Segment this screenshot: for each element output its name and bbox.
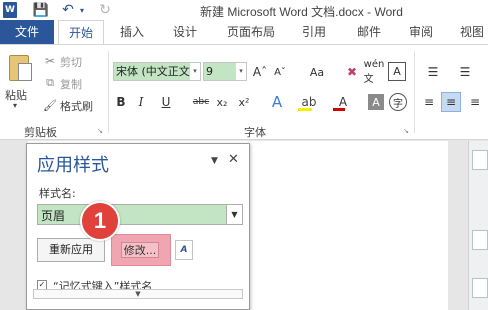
window-title: 新建 Microsoft Word 文档.docx - Word: [200, 5, 403, 19]
style-name-label: 样式名:: [39, 187, 76, 200]
align-left-button[interactable]: ≡: [420, 93, 438, 111]
underline-button[interactable]: U: [156, 93, 176, 111]
superscript-button[interactable]: x²: [236, 93, 252, 111]
modify-button[interactable]: 修改...: [121, 242, 159, 258]
font-size-dropdown[interactable]: 9 ▾: [203, 62, 247, 81]
scissors-icon[interactable]: ✂: [43, 54, 57, 68]
font-group-label: 字体: [244, 126, 266, 139]
subscript-button[interactable]: x₂: [214, 93, 230, 111]
group-divider: [108, 51, 109, 133]
style-name-value[interactable]: 页眉: [41, 207, 65, 224]
italic-button[interactable]: I: [134, 93, 148, 111]
font-name-dropdown[interactable]: 宋体 (中文正文 ▾: [113, 62, 201, 81]
copy-button-label[interactable]: 复制: [60, 76, 82, 92]
reapply-button[interactable]: 重新应用: [37, 238, 105, 262]
copy-icon[interactable]: ⧉: [43, 76, 57, 90]
font-color-swatch: [333, 108, 345, 111]
align-right-button[interactable]: ≡: [466, 93, 484, 111]
cut-button-label[interactable]: 剪切: [60, 54, 82, 70]
format-painter-label[interactable]: 格式刷: [60, 98, 93, 114]
redo-icon[interactable]: ↻: [97, 2, 113, 18]
chevron-down-icon[interactable]: ▼: [226, 205, 242, 224]
text-effects-button[interactable]: A: [264, 93, 290, 111]
numbering-button[interactable]: ☰: [452, 63, 478, 81]
bullets-button[interactable]: ☰: [420, 63, 446, 81]
grow-font-button[interactable]: Aˆ: [252, 63, 268, 81]
shrink-font-button[interactable]: Aˇ: [272, 63, 288, 81]
phonetic-guide-button[interactable]: wén文: [364, 59, 385, 85]
chevron-down-icon[interactable]: ▾: [236, 63, 246, 80]
align-center-button[interactable]: ≡: [441, 92, 461, 112]
word-logo-icon: W: [3, 2, 17, 18]
chevron-down-icon[interactable]: ▾: [190, 63, 200, 80]
tab-view[interactable]: 视图: [452, 20, 488, 44]
style-name-combobox[interactable]: 页眉 ▼: [37, 204, 243, 225]
apply-styles-pane: 应用样式 ▼ ✕ 样式名: 页眉 ▼ 重新应用 修改... A ✓ “记忆式键入…: [26, 143, 250, 310]
highlight-color-swatch: [298, 108, 312, 111]
side-thumbnail[interactable]: [472, 278, 488, 298]
format-painter-icon[interactable]: 🖌: [43, 98, 57, 112]
modify-button-highlight[interactable]: 修改...: [111, 234, 171, 266]
change-case-button[interactable]: Aa: [302, 63, 332, 81]
tab-review[interactable]: 审阅: [401, 20, 441, 44]
step-number-badge: 1: [80, 201, 120, 241]
undo-icon[interactable]: ↶: [60, 2, 76, 18]
dialog-launcher-icon[interactable]: ↘: [402, 127, 410, 135]
side-thumbnail[interactable]: [472, 230, 488, 250]
tab-references[interactable]: 引用: [292, 20, 336, 44]
tab-insert[interactable]: 插入: [112, 20, 152, 44]
group-divider: [414, 51, 415, 133]
close-icon[interactable]: ✕: [228, 152, 239, 167]
tab-mailings[interactable]: 邮件: [347, 20, 391, 44]
save-icon[interactable]: 💾: [33, 2, 49, 18]
title-bar: W 💾 ↶ ▾ ↻ 新建 Microsoft Word 文档.docx - Wo…: [0, 0, 488, 20]
paste-dropdown-icon[interactable]: ▾: [13, 101, 17, 110]
ribbon: 粘贴 ▾ ✂ 剪切 ⧉ 复制 🖌 格式刷 剪贴板 ↘ 宋体 (中文正文 ▾ 9 ▾ …: [0, 44, 488, 140]
ribbon-tabs: 文件 开始 插入 设计 页面布局 引用 邮件 审阅 视图: [0, 20, 488, 45]
bold-button[interactable]: B: [114, 93, 128, 111]
scroll-down-icon[interactable]: ▼: [33, 289, 243, 299]
clear-formatting-icon[interactable]: ✖: [344, 63, 360, 81]
tab-page-layout[interactable]: 页面布局: [219, 20, 283, 44]
styles-icon[interactable]: A: [175, 240, 193, 260]
undo-dropdown-icon[interactable]: ▾: [78, 2, 86, 18]
side-thumbnail[interactable]: [472, 150, 488, 170]
character-border-button[interactable]: A: [388, 62, 406, 81]
dialog-launcher-icon[interactable]: ↘: [96, 127, 104, 135]
tab-home[interactable]: 开始: [58, 20, 104, 45]
paste-icon[interactable]: [6, 51, 34, 85]
clipboard-group-label: 剪贴板: [24, 126, 57, 139]
character-shading-button[interactable]: A: [368, 94, 384, 110]
tab-design[interactable]: 设计: [163, 20, 207, 44]
pane-options-icon[interactable]: ▼: [211, 156, 218, 166]
pane-title: 应用样式: [37, 155, 109, 176]
tab-file[interactable]: 文件: [0, 20, 54, 44]
strikethrough-button[interactable]: abc: [190, 93, 212, 111]
enclose-characters-button[interactable]: 字: [389, 93, 407, 111]
